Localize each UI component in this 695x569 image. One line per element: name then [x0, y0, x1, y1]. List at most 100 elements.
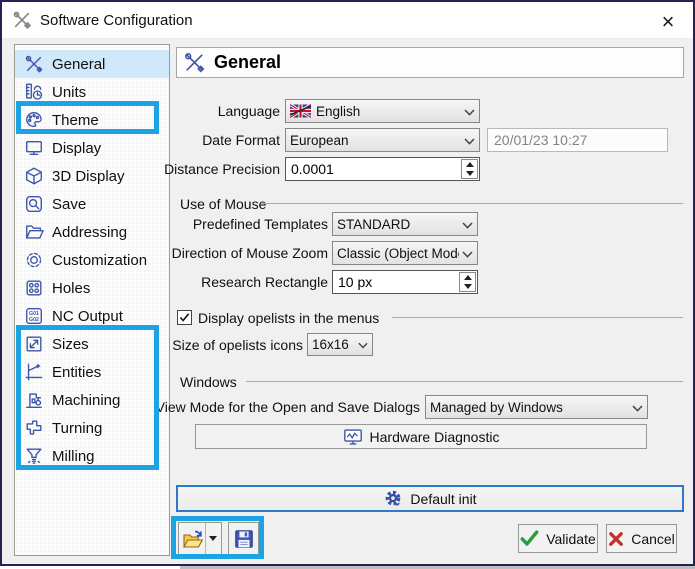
distance-precision-spinner[interactable] [461, 159, 478, 179]
cube-icon [22, 165, 46, 187]
panel-header: General [176, 47, 684, 78]
mouse-group-title: Use of Mouse [180, 196, 266, 212]
software-configuration-dialog: Software Configuration × General [0, 0, 695, 566]
research-rectangle-label: Research Rectangle [201, 270, 328, 294]
sidebar-item-label: Holes [52, 280, 90, 297]
sidebar-item-milling[interactable]: Milling [15, 442, 169, 470]
holes-icon [22, 277, 46, 299]
display-opelists-label: Display opelists in the menus [198, 306, 379, 330]
crossed-tools-icon [12, 10, 32, 30]
sidebar-item-label: Customization [52, 252, 147, 269]
open-folder-icon [181, 527, 205, 551]
sidebar-item-label: Entities [52, 364, 101, 381]
entities-geometry-icon [22, 361, 46, 383]
sidebar-item-label: Theme [52, 112, 99, 129]
language-select[interactable]: English [285, 99, 480, 123]
sidebar-item-theme[interactable]: Theme [15, 106, 169, 134]
gear-init-icon [383, 489, 403, 509]
predefined-templates-select[interactable]: STANDARD [332, 212, 478, 236]
mouse-zoom-direction-select[interactable]: Classic (Object Mode) [332, 241, 478, 265]
group-divider [262, 203, 683, 204]
check-icon [179, 312, 190, 323]
general-icon [22, 53, 46, 75]
sidebar-item-label: Turning [52, 420, 102, 437]
default-init-label: Default init [410, 491, 476, 507]
sidebar-item-save[interactable]: Save [15, 190, 169, 218]
display-opelists-checkbox[interactable] [177, 310, 192, 325]
spin-up-icon[interactable] [464, 275, 472, 280]
predefined-templates-value: STANDARD [337, 217, 410, 232]
open-folder-icon [22, 221, 46, 243]
general-icon [183, 51, 206, 74]
sidebar-item-entities[interactable]: Entities [15, 358, 169, 386]
sidebar-item-units[interactable]: Units [15, 78, 169, 106]
turning-lathe-icon [22, 417, 46, 439]
date-preview-field: 20/01/23 10:27 [487, 128, 668, 152]
language-value: English [316, 104, 360, 119]
dropdown-arrow-icon [209, 536, 217, 541]
date-format-label: Date Format [202, 128, 280, 152]
open-config-split-button[interactable] [178, 522, 222, 555]
sidebar-item-label: NC Output [52, 308, 123, 325]
cancel-button[interactable]: Cancel [606, 524, 677, 553]
save-magnifier-icon [22, 193, 46, 215]
default-init-button[interactable]: Default init [176, 485, 684, 512]
chevron-down-icon [459, 217, 473, 232]
sidebar-item-general[interactable]: General [15, 50, 169, 78]
opelists-icon-size-select[interactable]: 16x16 [307, 333, 373, 356]
units-icon [22, 81, 46, 103]
sidebar-item-turning[interactable]: Turning [15, 414, 169, 442]
screen: Software Configuration × General [0, 0, 695, 569]
sidebar-item-holes[interactable]: Holes [15, 274, 169, 302]
sidebar-item-label: Save [52, 196, 86, 213]
chevron-down-icon [461, 133, 475, 148]
nc-code-icon: G01 G02 [22, 305, 46, 327]
opelists-icon-size-value: 16x16 [312, 337, 349, 352]
sidebar-item-label: Addressing [52, 224, 127, 241]
x-icon [608, 531, 624, 547]
spin-up-icon[interactable] [466, 162, 474, 167]
close-button[interactable]: × [645, 4, 691, 40]
distance-precision-input[interactable]: 0.0001 [285, 157, 480, 181]
sidebar-item-label: Sizes [52, 336, 89, 353]
svg-text:G02: G02 [29, 317, 39, 323]
page-title: General [214, 52, 281, 73]
language-label: Language [218, 99, 280, 123]
research-rectangle-input[interactable]: 10 px [332, 270, 478, 294]
mouse-zoom-direction-label: Direction of Mouse Zoom [172, 241, 328, 265]
sidebar-item-customization[interactable]: Customization [15, 246, 169, 274]
open-dropdown-arrow[interactable] [205, 523, 219, 554]
milling-cutter-icon [22, 445, 46, 467]
theme-palette-icon [22, 109, 46, 131]
validate-button[interactable]: Validate [518, 524, 598, 553]
cancel-label: Cancel [631, 531, 675, 547]
opelists-icon-size-label: Size of opelists icons [172, 333, 303, 357]
date-format-select[interactable]: European [285, 128, 480, 152]
title-bar: Software Configuration × [2, 2, 693, 39]
research-rectangle-spinner[interactable] [459, 272, 476, 292]
sidebar-item-sizes[interactable]: Sizes [15, 330, 169, 358]
view-mode-label: View Mode for the Open and Save Dialogs [156, 395, 420, 419]
view-mode-select[interactable]: Managed by Windows [425, 395, 648, 419]
sidebar-item-label: 3D Display [52, 168, 125, 185]
sidebar-item-label: Machining [52, 392, 120, 409]
sidebar-item-3d-display[interactable]: 3D Display [15, 162, 169, 190]
window-title: Software Configuration [40, 12, 193, 29]
save-config-button[interactable] [228, 522, 259, 555]
sidebar-item-nc-output[interactable]: G01 G02 NC Output [15, 302, 169, 330]
sidebar-item-label: Display [52, 140, 101, 157]
sidebar-item-machining[interactable]: Machining [15, 386, 169, 414]
sidebar-item-display[interactable]: Display [15, 134, 169, 162]
hardware-diagnostic-button[interactable]: Hardware Diagnostic [195, 424, 647, 449]
predefined-templates-label: Predefined Templates [193, 212, 328, 236]
windows-group-title: Windows [180, 374, 237, 390]
chevron-down-icon [459, 246, 473, 261]
spin-down-icon[interactable] [466, 171, 474, 176]
distance-precision-value: 0.0001 [291, 161, 334, 177]
sidebar-item-addressing[interactable]: Addressing [15, 218, 169, 246]
sidebar-item-label: Milling [52, 448, 95, 465]
research-rectangle-value: 10 px [338, 274, 372, 290]
sidebar-item-label: General [52, 56, 105, 73]
spin-down-icon[interactable] [464, 284, 472, 289]
monitor-icon [22, 137, 46, 159]
